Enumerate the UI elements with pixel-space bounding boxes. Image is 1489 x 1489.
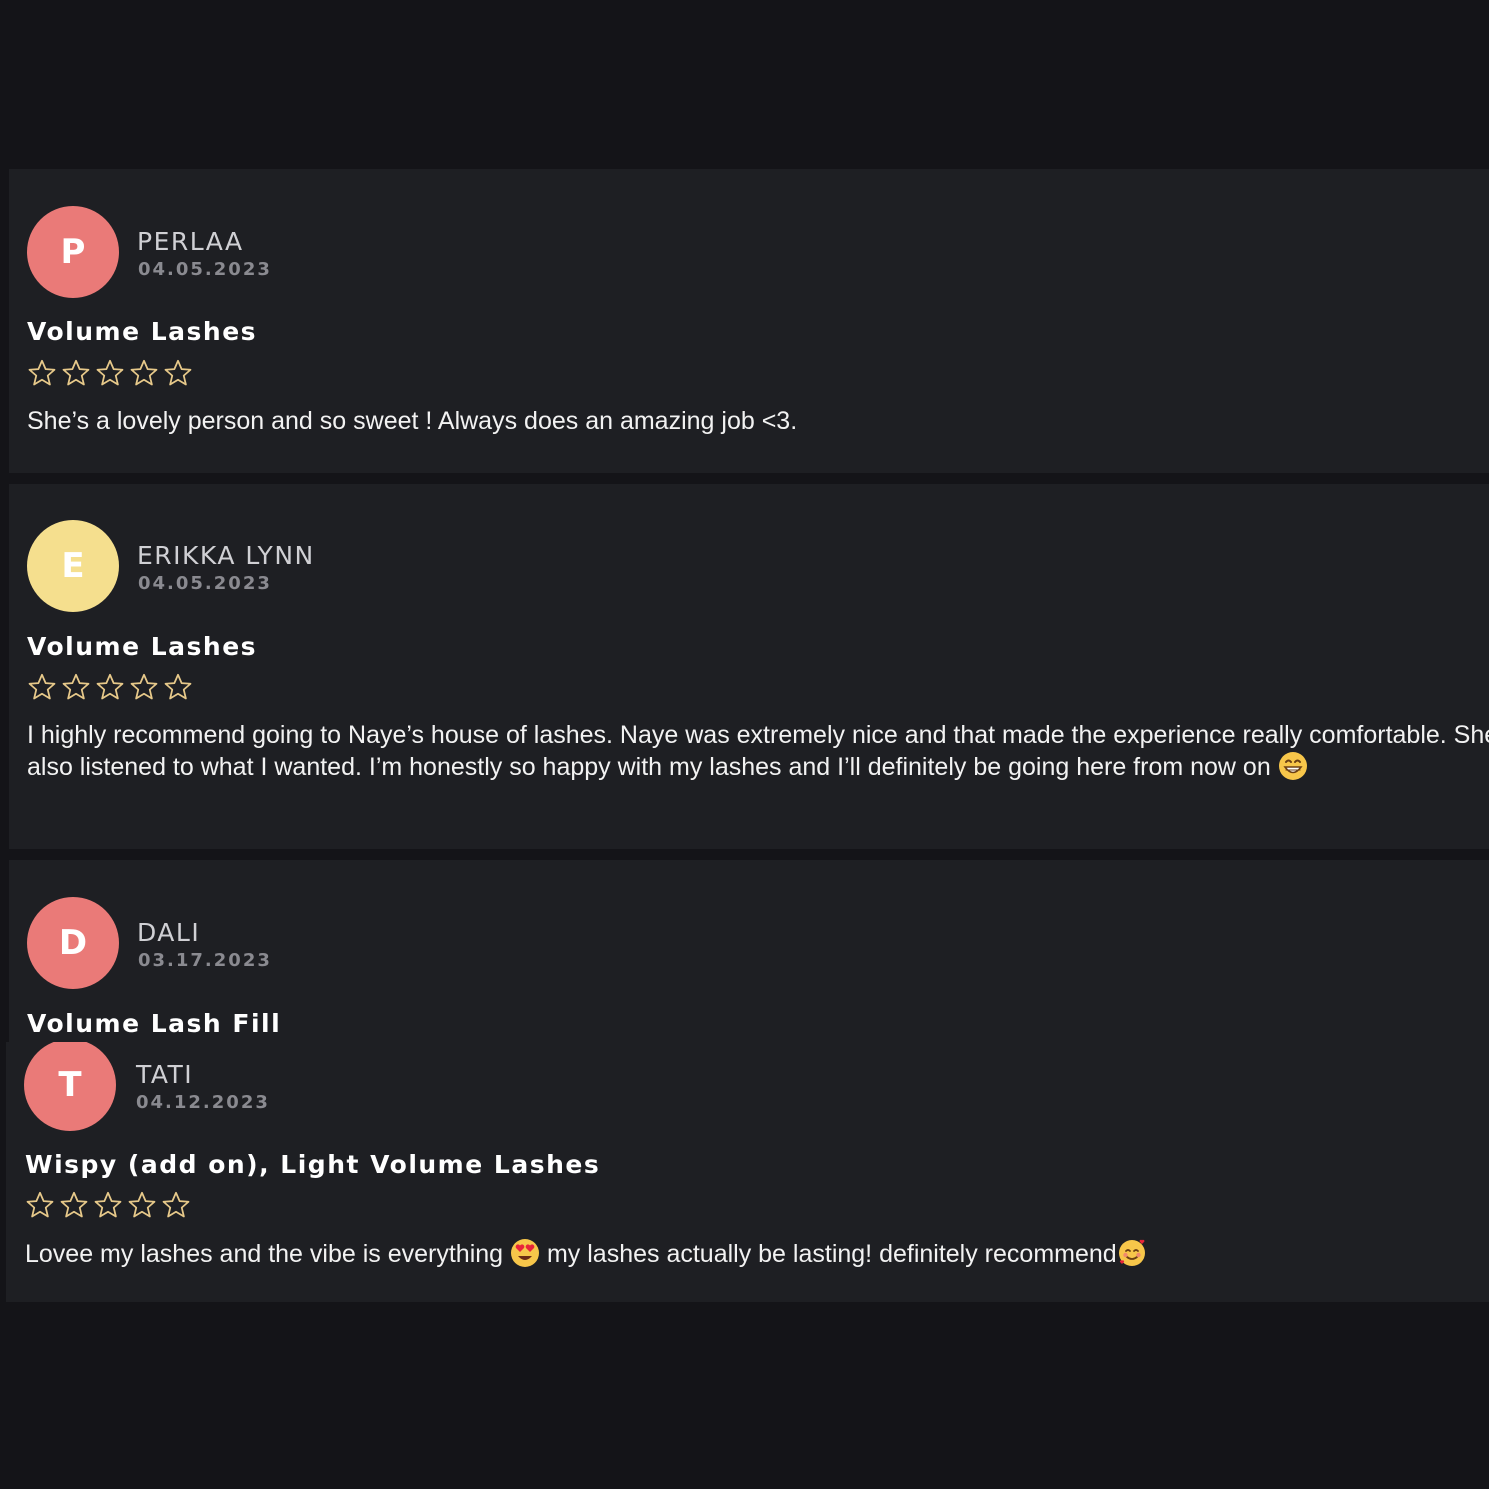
- avatar-initial: E: [61, 546, 85, 586]
- review-date: 03.17.2023: [138, 950, 272, 971]
- service-title: Volume Lash Fill: [27, 1009, 282, 1038]
- review-text-content: I highly recommend going to Naye’s house…: [27, 721, 1489, 781]
- star-icon: [96, 673, 124, 700]
- review-date: 04.05.2023: [138, 573, 272, 594]
- heart-eyes-emoji: [511, 1239, 540, 1267]
- review-card: D DALI 03.17.2023 Volume Lash Fill: [9, 860, 1489, 1050]
- reviews-screenshot: P PERLAA 04.05.2023 Volume Lashes She’s …: [0, 0, 1489, 1489]
- star-icon: [28, 359, 56, 386]
- star-icon: [96, 359, 124, 386]
- review-text: She’s a lovely person and so sweet ! Alw…: [27, 407, 798, 435]
- avatar: D: [27, 897, 119, 989]
- avatar: T: [24, 1042, 116, 1131]
- reviewer-name: ERIKKA LYNN: [137, 541, 315, 570]
- review-date: 04.12.2023: [136, 1092, 270, 1113]
- service-title: Volume Lashes: [27, 317, 258, 346]
- smiling-hearts-emoji: [1118, 1239, 1145, 1266]
- star-icon: [28, 673, 56, 700]
- service-title: Volume Lashes: [27, 632, 258, 661]
- review-card: T TATI 04.12.2023 Wispy (add on), Light …: [6, 1042, 1489, 1302]
- avatar-initial: T: [58, 1065, 82, 1105]
- star-rating: [25, 1190, 191, 1220]
- star-rating: [27, 672, 193, 702]
- star-icon: [164, 673, 192, 700]
- star-icon: [62, 673, 90, 700]
- star-rating: [27, 358, 193, 388]
- star-icon: [162, 1191, 190, 1218]
- avatar-initial: D: [58, 923, 88, 963]
- reviewer-name: PERLAA: [137, 227, 244, 256]
- star-icon: [128, 1191, 156, 1218]
- reviewer-name: DALI: [137, 918, 201, 947]
- review-text: Lovee my lashes and the vibe is everythi…: [25, 1238, 1489, 1270]
- review-card: E ERIKKA LYNN 04.05.2023 Volume Lashes I…: [9, 484, 1489, 849]
- star-icon: [60, 1191, 88, 1218]
- avatar: P: [27, 206, 119, 298]
- star-icon: [130, 359, 158, 386]
- star-icon: [130, 673, 158, 700]
- grinning-face-emoji: [1278, 752, 1307, 780]
- review-card: P PERLAA 04.05.2023 Volume Lashes She’s …: [9, 169, 1489, 473]
- review-text-part2: my lashes actually be lasting! definitel…: [540, 1240, 1117, 1268]
- star-icon: [94, 1191, 122, 1218]
- review-text-part1: Lovee my lashes and the vibe is everythi…: [25, 1240, 504, 1268]
- review-text: I highly recommend going to Naye’s house…: [27, 720, 1489, 783]
- star-icon: [62, 359, 90, 386]
- service-title: Wispy (add on), Light Volume Lashes: [25, 1150, 601, 1179]
- reviewer-name: TATI: [136, 1060, 194, 1089]
- review-date: 04.05.2023: [138, 259, 272, 280]
- avatar-initial: P: [60, 232, 86, 272]
- star-icon: [164, 359, 192, 386]
- avatar: E: [27, 520, 119, 612]
- star-icon: [26, 1191, 54, 1218]
